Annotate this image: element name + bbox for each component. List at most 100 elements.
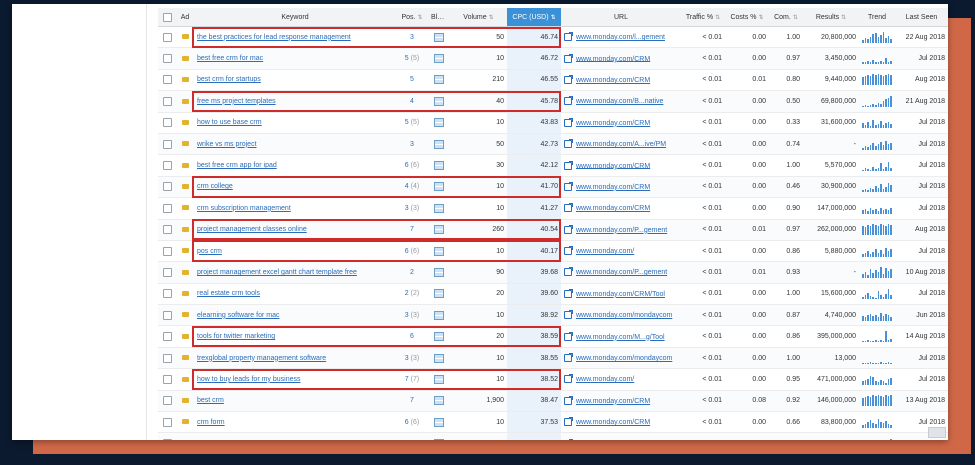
row-checkbox[interactable] xyxy=(158,283,176,304)
keyword-link[interactable]: project management excel gantt chart tem… xyxy=(197,269,357,276)
trend-sparkline[interactable] xyxy=(862,395,892,407)
col-trend[interactable]: Trend xyxy=(859,8,895,27)
row-checkbox[interactable] xyxy=(158,326,176,347)
serp-block-icon[interactable] xyxy=(434,374,444,384)
external-link-icon[interactable] xyxy=(564,96,573,106)
row-checkbox[interactable] xyxy=(158,433,176,440)
position-value[interactable]: 2 xyxy=(405,290,409,297)
url-link[interactable]: www.monday.com/M...g/Tool xyxy=(576,334,665,341)
position-value[interactable]: 5 xyxy=(410,76,414,83)
position-value[interactable]: 7 xyxy=(405,376,409,383)
keyword-link[interactable]: best crm xyxy=(197,397,224,404)
row-checkbox[interactable] xyxy=(158,27,176,48)
serp-block-icon[interactable] xyxy=(434,310,444,320)
serp-block-icon[interactable] xyxy=(434,203,444,213)
col-cpc[interactable]: CPC (USD) ⇅ xyxy=(507,8,561,27)
external-link-icon[interactable] xyxy=(564,417,573,427)
keyword-link[interactable]: pos crm xyxy=(197,248,222,255)
keyword-link[interactable]: best crm for startups xyxy=(197,76,261,83)
serp-block-icon[interactable] xyxy=(434,161,444,171)
col-last-seen[interactable]: Last Seen xyxy=(895,8,948,27)
row-checkbox[interactable] xyxy=(158,133,176,154)
row-checkbox[interactable] xyxy=(158,240,176,261)
keyword-link[interactable]: trexglobal property management software xyxy=(197,355,326,362)
trend-sparkline[interactable] xyxy=(862,160,892,172)
position-value[interactable]: 6 xyxy=(405,248,409,255)
external-link-icon[interactable] xyxy=(564,139,573,149)
row-checkbox[interactable] xyxy=(158,390,176,411)
position-value[interactable]: 7 xyxy=(410,226,414,233)
keyword-link[interactable]: best free crm app for ipad xyxy=(197,162,277,169)
url-link[interactable]: www.monday.com/CRM/Tool xyxy=(576,291,665,298)
row-checkbox[interactable] xyxy=(158,412,176,433)
col-com[interactable]: Com. ⇅ xyxy=(769,8,803,27)
col-block[interactable]: Block xyxy=(428,8,450,27)
trend-sparkline[interactable] xyxy=(862,95,892,107)
url-link[interactable]: www.monday.com/mondaycom xyxy=(576,355,672,362)
trend-sparkline[interactable] xyxy=(862,310,892,321)
trend-sparkline[interactable] xyxy=(862,438,892,440)
serp-block-icon[interactable] xyxy=(434,118,444,128)
keyword-link[interactable]: crm subscription management xyxy=(197,205,291,212)
serp-block-icon[interactable] xyxy=(434,32,444,42)
trend-sparkline[interactable] xyxy=(862,117,892,129)
scroll-to-top-button[interactable] xyxy=(928,427,946,438)
trend-sparkline[interactable] xyxy=(862,266,892,278)
external-link-icon[interactable] xyxy=(564,160,573,170)
external-link-icon[interactable] xyxy=(564,224,573,234)
serp-block-icon[interactable] xyxy=(434,96,444,106)
position-value[interactable]: 3 xyxy=(410,34,414,41)
url-link[interactable]: www.monday.com/P...gement xyxy=(576,227,667,234)
position-value[interactable]: 5 xyxy=(405,119,409,126)
keyword-link[interactable]: tools for twitter marketing xyxy=(197,333,275,340)
row-checkbox[interactable] xyxy=(158,91,176,112)
row-checkbox[interactable] xyxy=(158,48,176,69)
url-link[interactable]: www.monday.com/CRM xyxy=(576,77,650,84)
serp-block-icon[interactable] xyxy=(434,182,444,192)
url-link[interactable]: www.monday.com/mondaycom xyxy=(576,312,672,319)
position-value[interactable]: 4 xyxy=(405,183,409,190)
url-link[interactable]: www.monday.com/CRM xyxy=(576,162,650,169)
external-link-icon[interactable] xyxy=(564,331,573,341)
position-value[interactable]: 2 xyxy=(410,269,414,276)
trend-sparkline[interactable] xyxy=(862,417,892,428)
trend-sparkline[interactable] xyxy=(862,31,892,43)
trend-sparkline[interactable] xyxy=(862,203,892,214)
trend-sparkline[interactable] xyxy=(862,353,892,364)
row-checkbox[interactable] xyxy=(158,305,176,326)
col-costs[interactable]: Costs % ⇅ xyxy=(725,8,769,27)
trend-sparkline[interactable] xyxy=(862,288,892,300)
trend-sparkline[interactable] xyxy=(862,246,892,257)
external-link-icon[interactable] xyxy=(564,310,573,320)
position-value[interactable]: 3 xyxy=(405,205,409,212)
col-results[interactable]: Results ⇅ xyxy=(803,8,859,27)
external-link-icon[interactable] xyxy=(564,74,573,84)
trend-sparkline[interactable] xyxy=(862,139,892,150)
serp-block-icon[interactable] xyxy=(434,267,444,277)
position-value[interactable]: 4 xyxy=(410,98,414,105)
select-all-checkbox[interactable] xyxy=(158,8,176,27)
url-link[interactable]: www.monday.com/A...ive/PM xyxy=(576,141,666,148)
row-checkbox[interactable] xyxy=(158,262,176,283)
serp-block-icon[interactable] xyxy=(434,396,444,406)
row-checkbox[interactable] xyxy=(158,219,176,240)
row-checkbox[interactable] xyxy=(158,69,176,90)
serp-block-icon[interactable] xyxy=(434,439,444,440)
url-link[interactable]: www.monday.com/CRM xyxy=(576,205,650,212)
trend-sparkline[interactable] xyxy=(862,331,892,343)
row-checkbox[interactable] xyxy=(158,112,176,133)
position-value[interactable]: 6 xyxy=(405,162,409,169)
external-link-icon[interactable] xyxy=(564,395,573,405)
position-value[interactable]: 6 xyxy=(410,333,414,340)
col-volume[interactable]: Volume ⇅ xyxy=(450,8,507,27)
external-link-icon[interactable] xyxy=(564,53,573,63)
position-value[interactable]: 7 xyxy=(410,397,414,404)
serp-block-icon[interactable] xyxy=(434,225,444,235)
serp-block-icon[interactable] xyxy=(434,353,444,363)
position-value[interactable]: 3 xyxy=(405,312,409,319)
trend-sparkline[interactable] xyxy=(862,181,892,193)
url-link[interactable]: www.monday.com/P...gement xyxy=(576,269,667,276)
url-link[interactable]: www.monday.com/ xyxy=(576,376,634,383)
trend-sparkline[interactable] xyxy=(862,374,892,385)
col-traffic[interactable]: Traffic % ⇅ xyxy=(681,8,725,27)
